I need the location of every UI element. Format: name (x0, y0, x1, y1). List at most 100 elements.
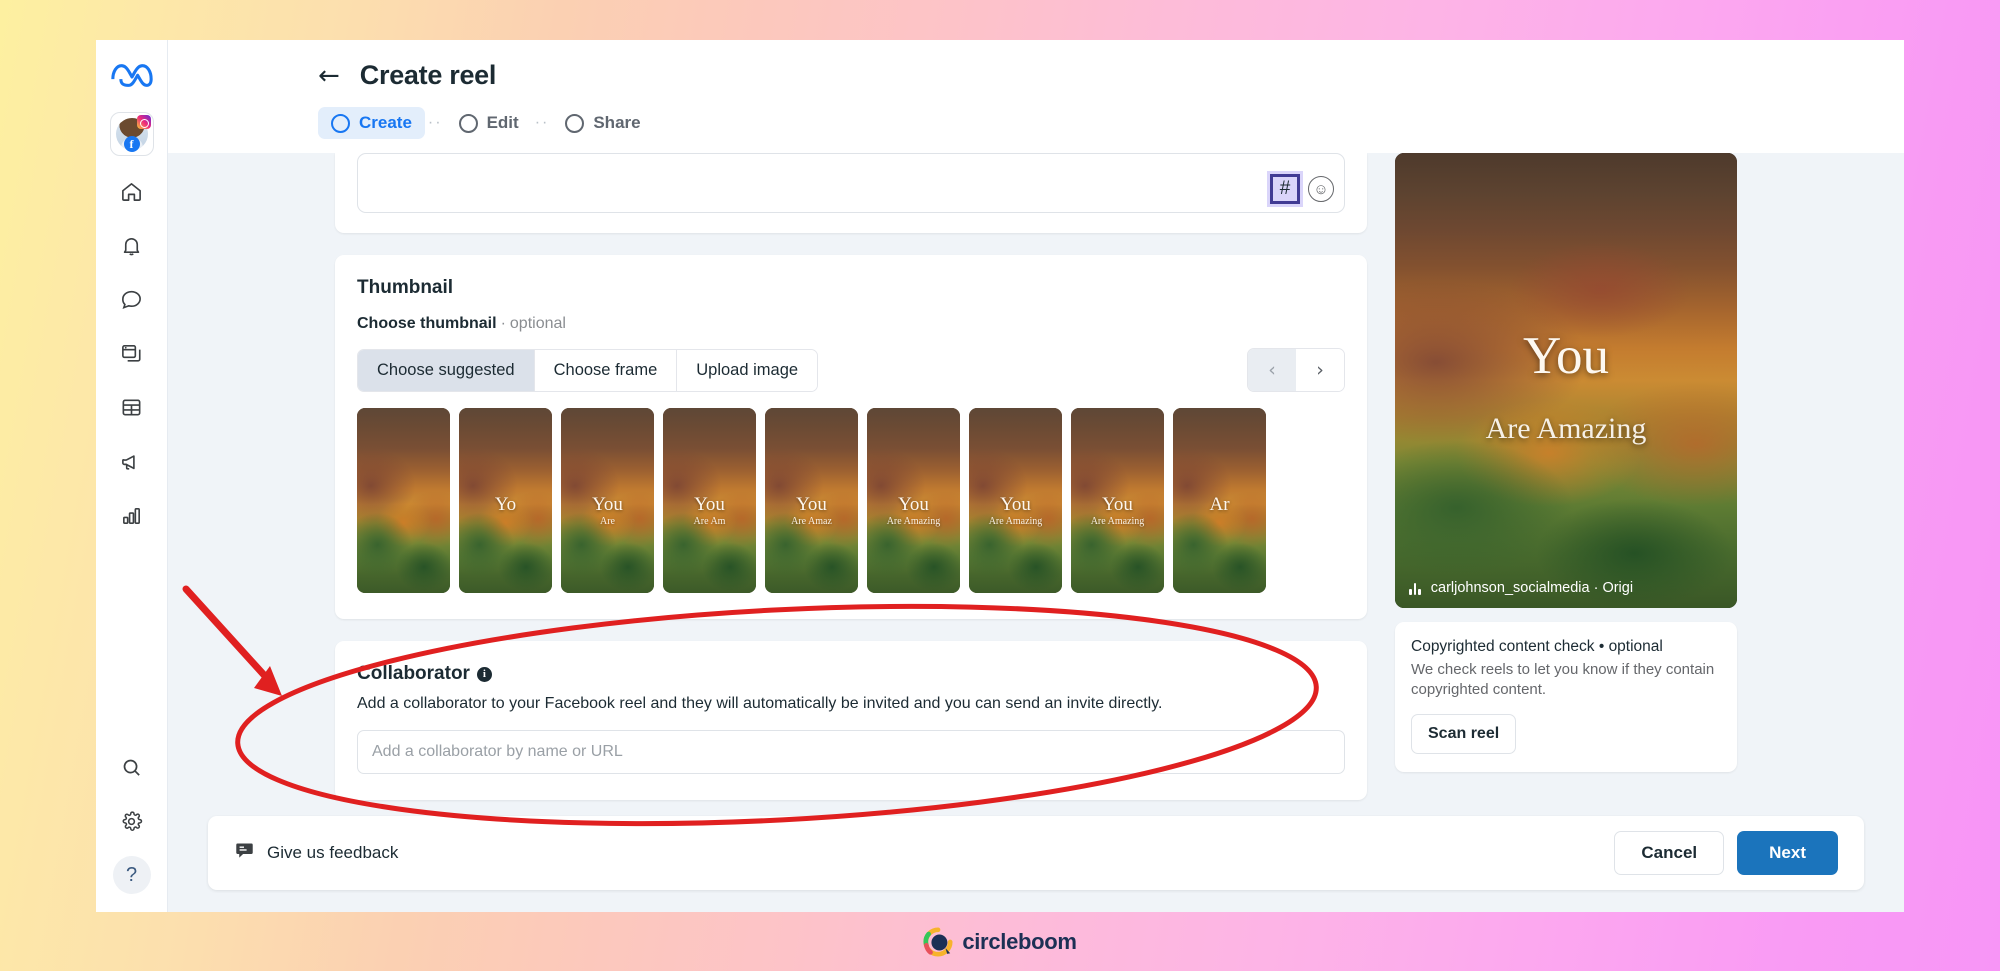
right-pane: You Are Amazing carljohnson_socialmedia … (1395, 153, 1737, 912)
audio-waveform-icon (1409, 581, 1421, 595)
tab-choose-frame[interactable]: Choose frame (535, 350, 678, 391)
thumbnail-frame-line2: Are (561, 514, 654, 530)
optional-label: optional (510, 315, 566, 332)
carousel-next-button[interactable]: › (1296, 349, 1344, 391)
bar-chart-icon (120, 504, 143, 532)
scan-reel-button[interactable]: Scan reel (1411, 714, 1516, 754)
circleboom-wordmark: circleboom (962, 929, 1076, 955)
thumbnail-title: Thumbnail (357, 277, 1345, 299)
reel-preview[interactable]: You Are Amazing carljohnson_socialmedia … (1395, 153, 1737, 608)
smiley-icon: ☺ (1313, 181, 1328, 198)
thumbnail-frame-overlay: YouAre Amazing (867, 495, 960, 530)
scrollable-body[interactable]: # ☺ Thumbnail Choose thumbnail·optional (168, 153, 1904, 912)
step-separator: ·· (425, 114, 446, 132)
thumbnail-frame-line1: You (1071, 495, 1164, 514)
preview-overlay-line2: Are Amazing (1395, 412, 1737, 446)
info-icon[interactable]: i (477, 667, 492, 682)
thumbnail-frame-line1: You (663, 495, 756, 514)
thumbnail-frame[interactable]: Yo (459, 408, 552, 593)
page-header: ← Create reel Create ·· Edit ·· Share (168, 40, 1904, 153)
thumbnail-carousel-arrows: ‹ › (1247, 348, 1345, 392)
sidebar-item-notifications[interactable] (110, 226, 154, 270)
main-column: ← Create reel Create ·· Edit ·· Share (168, 40, 1904, 912)
thumbnail-frame-overlay: YouAre (561, 495, 654, 530)
give-us-feedback-button[interactable]: Give us feedback (234, 840, 398, 866)
sidebar-item-messages[interactable] (110, 280, 154, 324)
cancel-button[interactable]: Cancel (1614, 831, 1724, 875)
grid-table-icon (120, 396, 143, 424)
thumbnail-frame-line1: Ar (1173, 495, 1266, 514)
avatar[interactable]: f (110, 112, 154, 156)
tab-upload-image[interactable]: Upload image (677, 350, 817, 391)
collaborator-input[interactable] (357, 730, 1345, 774)
step-circle-icon (459, 114, 478, 133)
chat-bubble-icon (120, 288, 143, 316)
choose-thumbnail-subtitle: Choose thumbnail·optional (357, 315, 1345, 333)
step-edit[interactable]: Edit (446, 107, 532, 139)
thumbnail-frame-overlay: YouAre Amazing (969, 495, 1062, 530)
sidebar-item-settings[interactable] (110, 802, 154, 846)
page-title: Create reel (360, 60, 496, 91)
sidebar-item-search[interactable] (110, 748, 154, 792)
meta-logo[interactable] (109, 58, 155, 98)
thumbnail-card: Thumbnail Choose thumbnail·optional Choo… (335, 255, 1367, 619)
step-share-label: Share (593, 113, 640, 133)
caption-tools: # ☺ (1270, 174, 1334, 204)
back-arrow-icon[interactable]: ← (318, 63, 340, 89)
copyright-check-card: Copyrighted content check • optional We … (1395, 622, 1737, 772)
thumbnail-strip[interactable]: YoYouAreYouAre AmYouAre AmazYouAre Amazi… (357, 408, 1345, 593)
subtitle-dot: · (497, 315, 510, 332)
collaborator-title-row: Collaborator i (357, 663, 1345, 685)
thumbnail-frame-line1: You (969, 495, 1062, 514)
thumbnail-frame[interactable]: YouAre (561, 408, 654, 593)
feedback-icon (234, 840, 255, 866)
left-pane: # ☺ Thumbnail Choose thumbnail·optional (335, 153, 1367, 912)
thumbnail-frame[interactable]: YouAre Amaz (765, 408, 858, 593)
thumbnail-frame-overlay: YouAre Amazing (1071, 495, 1164, 530)
step-create[interactable]: Create (318, 107, 425, 139)
sidebar-item-insights[interactable] (110, 496, 154, 540)
caption-input-box[interactable]: # ☺ (357, 153, 1345, 213)
carousel-prev-button[interactable]: ‹ (1248, 349, 1296, 391)
header-row: ← Create reel (168, 60, 1904, 91)
thumbnail-frame-line2: Are Amaz (765, 514, 858, 530)
collaborator-title: Collaborator (357, 663, 470, 685)
tab-choose-suggested[interactable]: Choose suggested (358, 350, 535, 391)
thumbnail-frame-line2: Are Am (663, 514, 756, 530)
sidebar-item-home[interactable] (110, 172, 154, 216)
thumbnail-frame[interactable]: YouAre Amazing (1071, 408, 1164, 593)
pages-icon (120, 342, 143, 370)
thumbnail-frame-line2: Are Amazing (969, 514, 1062, 530)
thumbnail-frame[interactable] (357, 408, 450, 593)
step-circle-icon (331, 114, 350, 133)
choose-thumbnail-label: Choose thumbnail (357, 315, 497, 332)
thumbnail-frame[interactable]: YouAre Amazing (867, 408, 960, 593)
thumbnail-frame-line1: You (561, 495, 654, 514)
thumbnail-frame[interactable]: YouAre Amazing (969, 408, 1062, 593)
feedback-label: Give us feedback (267, 843, 398, 863)
thumbnail-frame-line1: You (765, 495, 858, 514)
emoji-button[interactable]: ☺ (1308, 176, 1334, 202)
step-indicator: Create ·· Edit ·· Share (168, 107, 1904, 153)
app-window: f (96, 40, 1904, 912)
sidebar-item-help[interactable]: ? (113, 856, 151, 894)
preview-overlay-line1: You (1395, 326, 1737, 386)
copyright-check-title: Copyrighted content check • optional (1411, 638, 1721, 656)
home-icon (120, 180, 143, 208)
sidebar-item-pages[interactable] (110, 334, 154, 378)
audio-credit-text: carljohnson_socialmedia · Origi (1431, 580, 1633, 596)
sidebar-item-ads[interactable] (110, 442, 154, 486)
thumbnail-frame-overlay: Yo (459, 495, 552, 514)
circleboom-branding: circleboom (0, 927, 2000, 957)
sidebar-item-planner[interactable] (110, 388, 154, 432)
step-share[interactable]: Share (552, 107, 653, 139)
step-circle-icon (565, 114, 584, 133)
thumbnail-frame[interactable]: YouAre Am (663, 408, 756, 593)
hashtag-button[interactable]: # (1270, 174, 1300, 204)
next-button[interactable]: Next (1737, 831, 1838, 875)
thumbnail-frame-line2: Are Amazing (867, 514, 960, 530)
thumbnail-tab-row: Choose suggested Choose frame Upload ima… (357, 348, 1345, 392)
footer-actions: Cancel Next (1614, 831, 1838, 875)
copyright-check-description: We check reels to let you know if they c… (1411, 660, 1721, 700)
thumbnail-frame[interactable]: Ar (1173, 408, 1266, 593)
